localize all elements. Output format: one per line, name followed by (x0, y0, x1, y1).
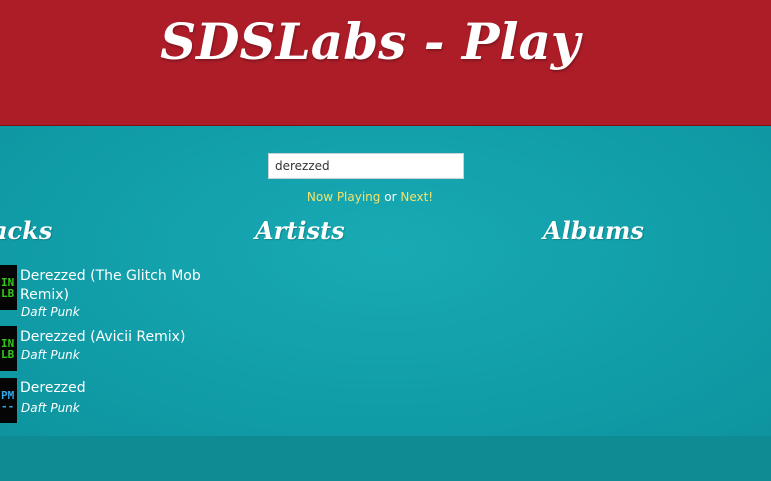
now-playing-link[interactable]: Now Playing (307, 190, 381, 204)
album-art-thumbnail: PM -- (0, 378, 17, 423)
next-link[interactable]: Next! (400, 190, 433, 204)
playback-links: Now Playing or Next! (0, 190, 740, 204)
album-art-glyph: PM -- (1, 389, 15, 413)
album-art-glyph: IN LB (1, 337, 15, 361)
site-header: SDSLabs - Play (0, 0, 771, 126)
track-title[interactable]: Derezzed (20, 379, 205, 398)
track-artist[interactable]: Daft Punk (21, 401, 80, 415)
track-title[interactable]: Derezzed (The Glitch Mob Remix) (20, 267, 205, 305)
artists-heading: Artists (255, 216, 345, 245)
or-text: or (384, 190, 397, 204)
track-item[interactable]: PM -- Derezzed Daft Punk (0, 378, 230, 424)
search-input[interactable] (268, 153, 464, 179)
album-art-thumbnail: IN LB (0, 265, 17, 310)
track-title[interactable]: Derezzed (Avicii Remix) (20, 328, 205, 347)
track-artist[interactable]: Daft Punk (21, 348, 80, 362)
tracks-heading: acks (0, 216, 53, 245)
album-art-thumbnail: IN LB (0, 326, 17, 371)
album-art-glyph: IN LB (1, 276, 15, 300)
track-artist[interactable]: Daft Punk (21, 305, 80, 319)
albums-heading: Albums (543, 216, 644, 245)
track-item[interactable]: IN LB Derezzed (Avicii Remix) Daft Punk (0, 326, 230, 372)
footer-band (0, 436, 771, 481)
track-item[interactable]: IN LB Derezzed (The Glitch Mob Remix) Daf… (0, 265, 230, 319)
site-title[interactable]: SDSLabs - Play (0, 12, 740, 71)
